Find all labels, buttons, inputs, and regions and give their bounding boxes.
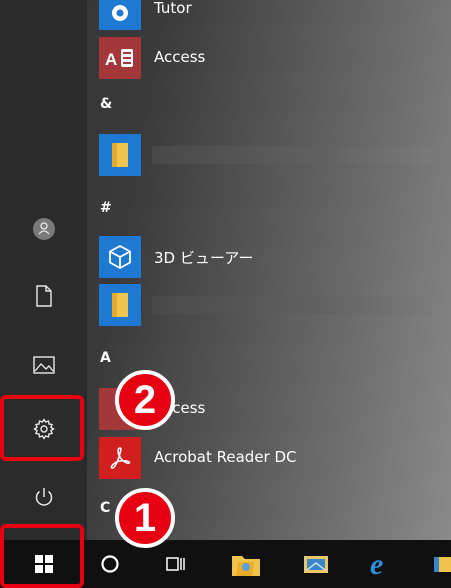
redacted-label [152,296,432,314]
acrobat-icon [110,447,131,469]
search-button[interactable] [92,540,128,588]
documents-button[interactable] [0,267,87,325]
start-highlight-box [0,524,84,588]
group-header-ampersand[interactable]: & [100,96,112,112]
acrobat-tile [99,437,141,479]
tutor-tile [99,0,141,30]
app-item-folder[interactable] [96,282,451,326]
search-circle-icon [101,555,119,573]
document-icon [35,285,52,307]
step-marker-2: 2 [115,370,175,430]
edge-icon: e [370,549,383,579]
folder-tile [99,134,141,176]
app-item-3d-viewer[interactable]: 3D ビューアー [96,234,451,278]
app-label: Acrobat Reader DC [154,448,297,466]
folder-icon [112,143,128,167]
user-icon [32,218,55,240]
cube-icon [109,244,131,270]
power-icon [35,488,52,506]
app-item-acrobat-reader[interactable]: Acrobat Reader DC [96,435,451,479]
task-view-icon [166,557,185,571]
app-item-folder[interactable] [96,132,451,176]
taskbar-mail-app[interactable] [296,540,336,588]
taskbar-explorer[interactable] [428,540,451,588]
svg-text:e: e [370,549,383,579]
app-label: 3D ビューアー [154,249,254,267]
taskbar-folder-app[interactable] [226,540,266,588]
group-header-a[interactable]: A [100,350,111,366]
settings-highlight-box [0,395,84,461]
folder-app-icon [232,556,260,576]
tutor-icon [112,5,128,21]
svg-text:A: A [105,50,117,69]
app-item-tutor[interactable]: Tutor [96,0,451,30]
group-header-hash[interactable]: # [100,200,112,216]
access-tile: A [99,37,141,79]
folder-tile [99,284,141,326]
folder-icon [112,293,128,317]
task-view-button[interactable] [158,540,194,588]
group-header-c[interactable]: C [100,500,110,516]
app-label: Access [154,48,206,66]
viewer3d-tile [99,236,141,278]
pictures-icon [32,356,55,374]
pictures-button[interactable] [0,336,87,394]
mail-app-icon [304,556,328,573]
access-icon: A [105,49,133,69]
redacted-label [152,146,432,164]
explorer-icon [434,557,451,572]
power-button[interactable] [0,468,87,526]
user-account-button[interactable] [0,200,87,258]
app-item-access[interactable]: A Access [96,35,451,79]
app-label: Tutor [154,0,192,17]
step-marker-1: 1 [115,488,175,548]
taskbar-edge[interactable]: e [362,540,402,588]
